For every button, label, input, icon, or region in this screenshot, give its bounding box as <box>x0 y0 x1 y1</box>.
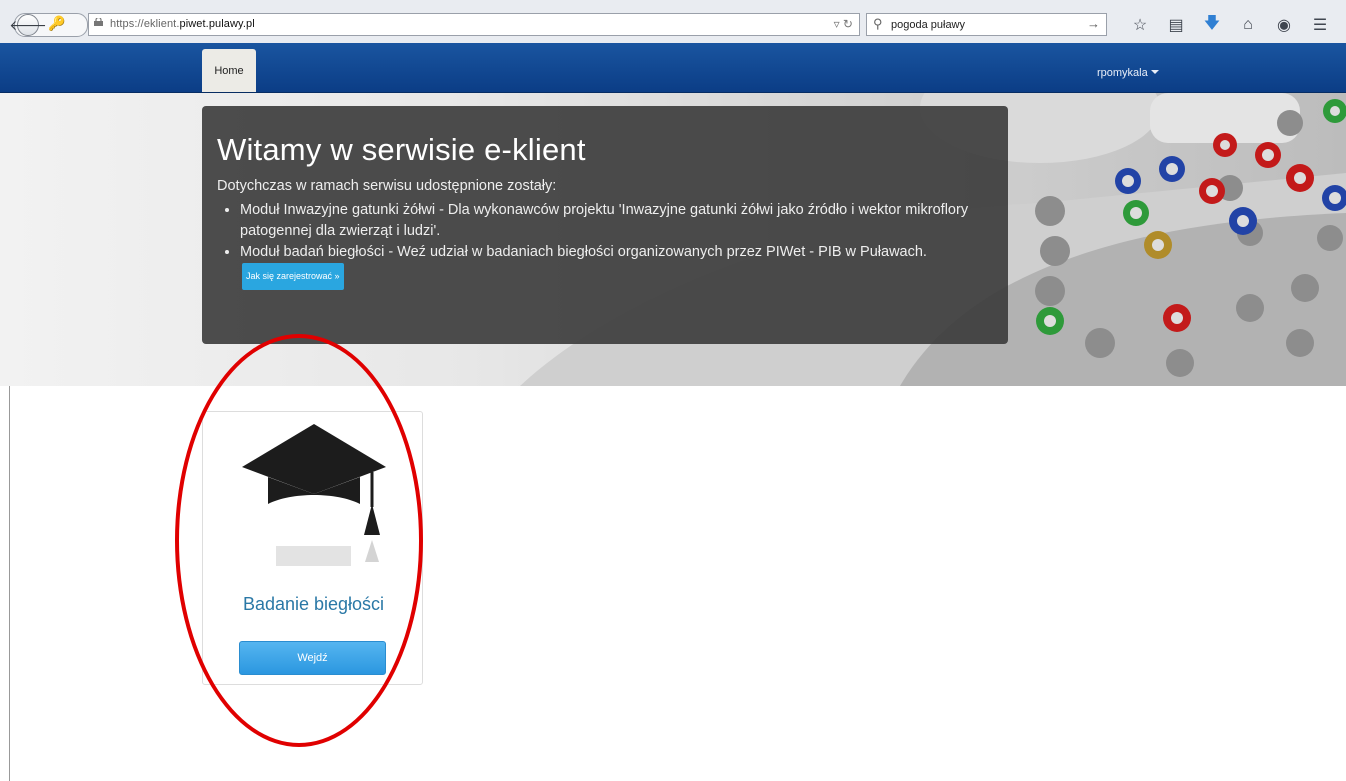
lock-icon <box>94 18 103 26</box>
enter-button[interactable]: Wejdź <box>239 641 386 675</box>
key-icon[interactable]: 🔑 <box>48 15 65 32</box>
url-domain: piwet.pulawy.pl <box>179 18 255 30</box>
proficiency-testing-card: Badanie biegłości Wejdź <box>202 411 423 685</box>
search-query: pogoda puławy <box>891 19 966 31</box>
card-title: Badanie biegłości <box>242 594 385 614</box>
welcome-title: Witamy w serwisie e-klient <box>217 132 586 167</box>
search-go-icon[interactable]: → <box>1087 16 1100 31</box>
search-icon: ⚲ <box>873 16 883 31</box>
user-name: rpomykala <box>1097 67 1148 79</box>
welcome-panel: Witamy w serwisie e-klient Dotychczas w … <box>202 106 1008 344</box>
address-bar[interactable]: https://eklient.piwet.pulawy.pl ▿ ↻ <box>88 13 860 36</box>
module-item-turtles: Moduł Inwazyjne gatunki żółwi - Dla wyko… <box>240 200 993 242</box>
welcome-lead: Dotychczas w ramach serwisu udostępnione… <box>217 178 557 194</box>
menu-icon[interactable]: ☰ <box>1310 15 1330 35</box>
browser-toolbar: 🡐 🔑 https://eklient.piwet.pulawy.pl ▿ ↻ … <box>0 0 1346 44</box>
search-bar[interactable]: ⚲ pogoda puławy → <box>866 13 1107 36</box>
caret-down-icon <box>1150 70 1159 74</box>
left-border-line <box>9 386 10 781</box>
reading-list-icon[interactable]: ▤ <box>1166 15 1186 35</box>
site-navbar: Home rpomykala <box>0 43 1346 93</box>
url-prefix: https://eklient. <box>110 18 180 30</box>
hero-banner: Witamy w serwisie e-klient Dotychczas w … <box>0 93 1346 386</box>
module-list: Moduł Inwazyjne gatunki żółwi - Dla wyko… <box>217 200 993 290</box>
back-arrow-icon[interactable]: 🡐 <box>9 14 47 36</box>
home-icon[interactable]: ⌂ <box>1238 15 1258 35</box>
download-icon[interactable]: 🡇 <box>1202 15 1222 35</box>
chat-icon[interactable]: ◉ <box>1274 15 1294 35</box>
nav-home-link[interactable]: Home <box>202 49 256 92</box>
module-item-proficiency: Moduł badań biegłości - Weź udział w bad… <box>240 242 993 290</box>
graduation-cap-icon <box>242 424 386 566</box>
bookmark-star-icon[interactable]: ☆ <box>1130 15 1150 35</box>
module-item-proficiency-text: Moduł badań biegłości - Weź udział w bad… <box>240 244 927 260</box>
reload-icon[interactable]: ▿ ↻ <box>834 17 853 31</box>
url-text: https://eklient.piwet.pulawy.pl <box>110 18 255 30</box>
how-to-register-button[interactable]: Jak się zarejestrować » <box>242 263 344 290</box>
user-menu[interactable]: rpomykala <box>1097 67 1159 79</box>
